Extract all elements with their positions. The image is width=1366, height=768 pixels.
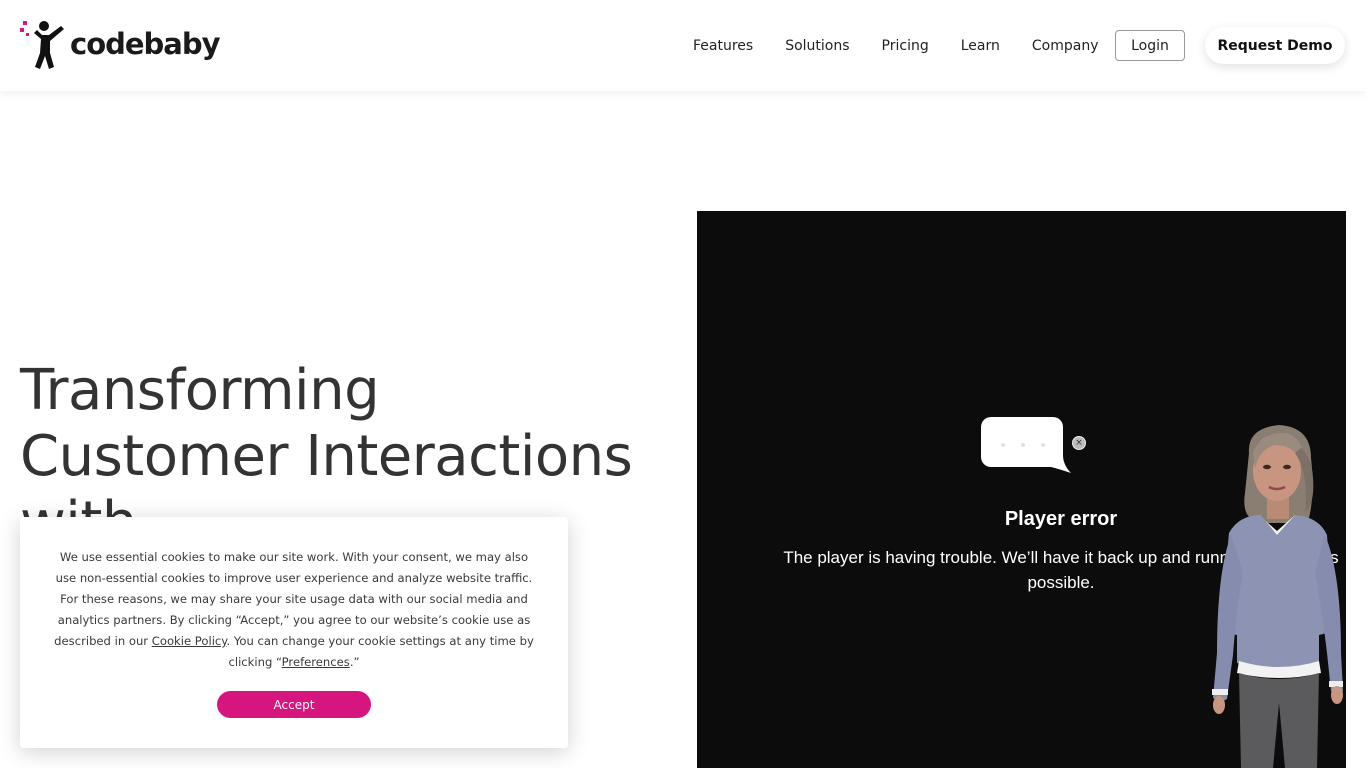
cookie-consent-banner: We use essential cookies to make our sit… [20, 517, 568, 748]
cookie-consent-text: We use essential cookies to make our sit… [48, 547, 540, 673]
nav-item-pricing[interactable]: Pricing [863, 30, 942, 62]
logo[interactable]: codebaby [20, 18, 221, 72]
request-demo-button[interactable]: Request Demo [1205, 27, 1345, 64]
video-player[interactable]: × Player error The player is having trou… [697, 211, 1346, 768]
player-error-message-line-2: possible. [1027, 573, 1095, 592]
cookie-text-end: .” [349, 655, 360, 669]
main-nav: Features Solutions Pricing Learn Company [680, 30, 1111, 62]
avatar-character [1212, 425, 1343, 768]
speech-bubble-icon [981, 417, 1071, 473]
close-icon[interactable]: × [1072, 436, 1086, 450]
nav-item-company[interactable]: Company [1013, 30, 1112, 62]
accept-cookies-button[interactable]: Accept [217, 691, 371, 718]
hero-title-line-1: Transforming [20, 358, 380, 423]
preferences-link[interactable]: Preferences [282, 655, 350, 669]
nav-item-solutions[interactable]: Solutions [766, 30, 862, 62]
logo-wordmark: codebaby [70, 27, 221, 61]
cookie-policy-link[interactable]: Cookie Policy [152, 634, 227, 648]
hero-title-line-2: Customer Interactions [20, 424, 633, 489]
nav-item-learn[interactable]: Learn [942, 30, 1013, 62]
cookie-text-middle: . You can change your cookie settings at… [226, 634, 534, 669]
nav-item-features[interactable]: Features [680, 30, 766, 62]
login-button[interactable]: Login [1115, 30, 1185, 61]
site-header: codebaby Features Solutions Pricing Lear… [0, 0, 1366, 91]
codebaby-logo-icon [20, 21, 64, 69]
